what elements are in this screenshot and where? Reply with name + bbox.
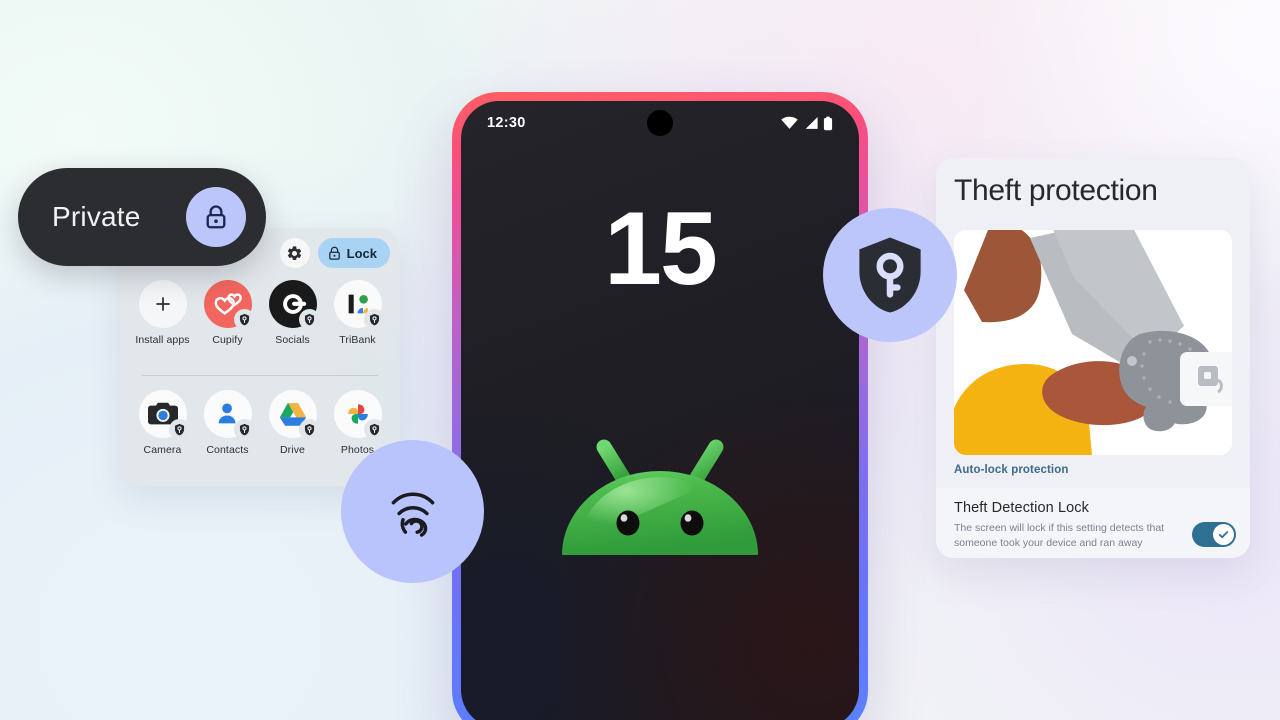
app-item-install-apps[interactable]: Install apps (132, 280, 194, 346)
app-item-drive[interactable]: Drive (262, 390, 324, 456)
wifi-icon (781, 116, 798, 129)
theft-illustration-caption: Auto-lock protection (954, 464, 1069, 476)
app-drawer-header: Lock (279, 238, 390, 268)
app-label: Camera (143, 444, 182, 456)
app-row: Camera Contacts Drive Photos (120, 390, 400, 456)
install-apps-icon-tile (138, 280, 187, 328)
toggle-knob (1213, 524, 1234, 545)
app-icon-wrap (333, 390, 385, 440)
app-item-photos[interactable]: Photos (327, 390, 389, 456)
front-camera-punch-hole (647, 110, 673, 136)
panel-divider (142, 375, 378, 376)
app-icon-wrap (203, 390, 255, 440)
app-label: Socials (275, 334, 310, 346)
private-pill-label: Private (52, 201, 141, 232)
theft-detection-toggle[interactable] (1192, 522, 1236, 547)
private-space-app-drawer: Lock Install apps Cupify Socials TriBank… (120, 228, 400, 486)
private-space-pill[interactable]: Private (18, 168, 266, 266)
private-badge (363, 309, 385, 330)
private-badge (168, 419, 190, 440)
app-item-socials[interactable]: Socials (262, 280, 324, 346)
app-icon-wrap (268, 390, 320, 440)
gear-icon (288, 245, 302, 260)
app-item-contacts[interactable]: Contacts (197, 390, 259, 456)
promotional-graphic: Lock Install apps Cupify Socials TriBank… (0, 0, 1280, 720)
lock-button-label: Lock (346, 245, 377, 261)
theft-protection-card: Theft protection Auto-lock protection Th… (936, 158, 1250, 558)
shield-key-icon (174, 423, 184, 436)
theft-protection-badge (823, 208, 957, 342)
settings-button[interactable] (279, 238, 310, 268)
plus-icon (155, 297, 170, 311)
android-version-number: 15 (604, 191, 718, 307)
lock-button[interactable]: Lock (317, 238, 390, 268)
app-label: Cupify (212, 334, 243, 346)
private-badge (363, 419, 385, 440)
shield-key-icon (369, 423, 379, 436)
fingerprint-icon (391, 492, 434, 537)
private-badge (298, 309, 320, 330)
app-icon-wrap (138, 280, 187, 328)
shield-key-icon (369, 313, 379, 326)
lock-icon (206, 205, 226, 229)
app-label: Drive (279, 444, 305, 456)
app-item-camera[interactable]: Camera (132, 390, 194, 456)
private-badge (233, 309, 255, 330)
theft-setting-description: The screen will lock if this setting det… (954, 522, 1165, 550)
theft-setting-title: Theft Detection Lock (954, 500, 1089, 516)
status-bar-clock: 12:30 (487, 115, 526, 131)
private-badge (233, 419, 255, 440)
app-label: TriBank (339, 334, 376, 346)
shield-key-icon (239, 423, 249, 436)
shield-key-icon (304, 313, 314, 326)
app-item-cupify[interactable]: Cupify (197, 280, 259, 346)
check-icon (1218, 531, 1229, 539)
phone-device: 12:30 15 (452, 92, 868, 720)
theft-illustration (954, 230, 1232, 455)
shield-key-icon (239, 313, 249, 326)
cellular-signal-icon (805, 116, 818, 129)
shield-key-icon (859, 237, 921, 313)
shield-key-icon (304, 423, 314, 436)
app-row: Install apps Cupify Socials TriBank (120, 280, 400, 346)
status-bar-icons (781, 116, 833, 131)
theft-protection-title: Theft protection (954, 174, 1158, 207)
app-icon-wrap (268, 280, 320, 330)
app-icon-wrap (333, 280, 385, 330)
app-icon-wrap (138, 390, 190, 440)
android-bugdroid-logo (562, 439, 758, 555)
lock-icon (328, 246, 340, 260)
battery-icon (823, 116, 833, 130)
theft-detection-setting-row[interactable]: Theft Detection Lock The screen will loc… (936, 488, 1250, 558)
phone-snatching-illustration (954, 230, 1232, 455)
private-lock-button[interactable] (186, 187, 246, 247)
phone-screen: 12:30 15 (461, 101, 859, 720)
app-label: Install apps (135, 334, 190, 346)
app-label: Contacts (206, 444, 249, 456)
app-icon-wrap (203, 280, 255, 330)
private-badge (298, 419, 320, 440)
fingerprint-badge (341, 440, 484, 583)
app-item-tribank[interactable]: TriBank (327, 280, 389, 346)
